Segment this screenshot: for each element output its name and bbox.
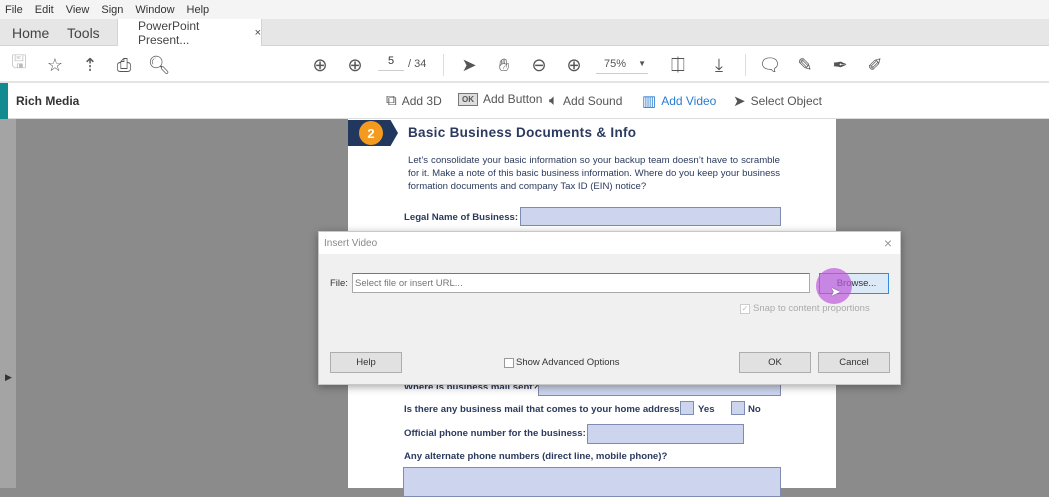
speaker-icon: 🔈︎ <box>549 92 559 109</box>
select-object-label: Select Object <box>750 94 822 108</box>
add-button-button[interactable]: OK Add Button <box>458 92 542 106</box>
menu-file[interactable]: File <box>5 4 23 16</box>
dialog-title: Insert Video <box>319 232 900 254</box>
edit-pdf-icon[interactable]: ✐ <box>864 54 886 76</box>
menu-bar: File Edit View Sign Window Help <box>0 0 1049 19</box>
select-pointer-icon[interactable]: ➤ <box>458 54 480 76</box>
add-sound-button[interactable]: 🔈︎ Add Sound <box>549 92 622 109</box>
section-number: 2 <box>359 121 383 145</box>
expand-panel-icon[interactable]: ▶ <box>5 372 12 383</box>
add-3d-button[interactable]: ⧉ Add 3D <box>386 92 442 109</box>
help-button[interactable]: Help <box>330 352 402 373</box>
advanced-options-label: Show Advanced Options <box>516 357 620 368</box>
zoom-select[interactable]: 75% ▼ <box>596 55 648 74</box>
file-url-input[interactable] <box>352 273 810 293</box>
rich-media-bar: Rich Media ⧉ Add 3D OK Add Button 🔈︎ Add So… <box>0 83 1049 119</box>
pointer-icon: ➤ <box>733 93 746 110</box>
add-video-button[interactable]: ▥ Add Video <box>642 92 716 110</box>
intro-text: Let’s consolidate your basic information… <box>408 155 780 192</box>
cancel-button[interactable]: Cancel <box>818 352 890 373</box>
page-number-input[interactable]: 5 <box>378 55 404 71</box>
menu-help[interactable]: Help <box>187 4 210 16</box>
ok-button[interactable]: OK <box>739 352 811 373</box>
zoom-out-icon[interactable]: ⊖ <box>528 54 550 76</box>
chevron-down-icon: ▼ <box>638 59 646 68</box>
menu-edit[interactable]: Edit <box>35 4 54 16</box>
next-page-icon[interactable]: ⊕ <box>344 54 366 76</box>
add-button-label: Add Button <box>483 92 543 106</box>
snap-checkbox[interactable]: ✓ <box>740 303 750 314</box>
home-mail-label: Is there any business mail that comes to… <box>404 404 686 415</box>
alt-phone-label: Any alternate phone numbers (direct line… <box>404 451 668 462</box>
legal-name-field[interactable] <box>520 207 781 226</box>
close-tab-icon[interactable]: × <box>255 27 261 39</box>
phone-label: Official phone number for the business: <box>404 428 586 439</box>
zoom-in-icon[interactable]: ⊕ <box>563 54 585 76</box>
divider <box>443 54 444 76</box>
comment-icon[interactable]: 🗨︎ <box>759 54 782 76</box>
tab-tools[interactable]: Tools <box>67 19 100 46</box>
add-video-label: Add Video <box>661 94 717 108</box>
menu-window[interactable]: Window <box>135 4 174 16</box>
cube-icon: ⧉ <box>386 92 397 109</box>
toolbar: 🖫 ☆ ⇡ ⎙ 🔍︎ ⊕ ⊕ 5 / 34 ➤ ✋︎ ⊖ ⊕ 75% ▼ ⎅ ⤓ … <box>0 46 1049 83</box>
select-object-button[interactable]: ➤ Select Object <box>733 92 822 110</box>
file-label: File: <box>330 278 348 289</box>
insert-video-dialog: Insert Video × File: Browse... ➤ ✓Snap t… <box>318 231 901 385</box>
ok-button-icon: OK <box>458 92 478 106</box>
phone-field[interactable] <box>587 424 744 444</box>
page-total: / 34 <box>408 58 427 70</box>
tab-home[interactable]: Home <box>12 19 49 46</box>
prev-page-icon[interactable]: ⊕ <box>309 54 331 76</box>
sign-icon[interactable]: ✒︎ <box>829 54 851 76</box>
tab-bar: Home Tools PowerPoint Present... × <box>0 19 1049 47</box>
print-icon[interactable]: ⎙ <box>113 54 135 76</box>
mouse-cursor-icon: ➤ <box>830 284 841 299</box>
tool-accent-strip <box>0 83 8 119</box>
save-icon[interactable]: 🖫 <box>8 52 30 76</box>
fit-page-icon[interactable]: ⎅ <box>667 54 689 76</box>
rich-media-title: Rich Media <box>16 94 80 108</box>
divider <box>745 54 746 76</box>
advanced-options: Show Advanced Options <box>504 357 620 368</box>
highlight-pen-icon[interactable]: ✎ <box>794 54 816 76</box>
alt-phone-field[interactable] <box>403 467 781 497</box>
legal-name-label: Legal Name of Business: <box>404 212 519 223</box>
scroll-mode-icon[interactable]: ⤓ <box>708 54 730 76</box>
no-label: No <box>748 404 761 415</box>
add-3d-label: Add 3D <box>401 93 442 108</box>
hand-icon[interactable]: ✋︎ <box>493 54 515 76</box>
advanced-options-checkbox[interactable] <box>504 357 514 368</box>
film-icon: ▥ <box>642 93 657 110</box>
yes-checkbox[interactable] <box>680 401 694 415</box>
section-title: Basic Business Documents & Info <box>408 125 637 140</box>
search-icon[interactable]: 🔍︎ <box>148 54 171 76</box>
yes-label: Yes <box>698 404 715 415</box>
tab-document[interactable]: PowerPoint Present... × <box>117 19 262 47</box>
zoom-value: 75% <box>604 58 627 70</box>
left-panel-strip <box>0 119 16 488</box>
add-sound-label: Add Sound <box>563 93 623 108</box>
no-checkbox[interactable] <box>731 401 745 415</box>
menu-sign[interactable]: Sign <box>101 4 123 16</box>
cloud-upload-icon[interactable]: ⇡ <box>79 54 101 76</box>
menu-view[interactable]: View <box>66 4 90 16</box>
snap-label: Snap to content proportions <box>753 303 870 314</box>
close-icon[interactable]: × <box>884 235 892 251</box>
tab-document-label: PowerPoint Present... <box>138 19 200 47</box>
star-icon[interactable]: ☆ <box>44 54 66 76</box>
snap-option: ✓ Snap to content proportions <box>740 303 870 314</box>
